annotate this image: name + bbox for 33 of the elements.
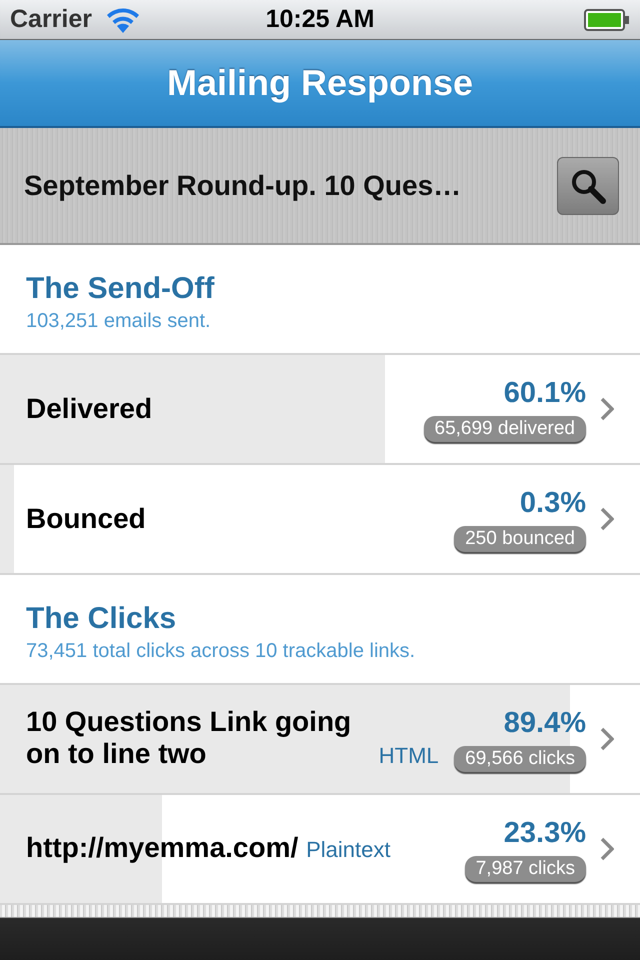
section-title: The Clicks <box>26 602 178 636</box>
row-label: http://myemma.com/ <box>26 832 298 864</box>
section-summary: 103,251 emails sent. <box>26 310 212 333</box>
row-label: 10 Questions Link going on to line two <box>26 706 352 770</box>
stat-row[interactable]: http://myemma.com/ Plaintext 23.3% 7,987 clicks <box>0 795 640 905</box>
percent-value: 23.3% <box>504 816 586 850</box>
count-badge: 69,566 clicks <box>454 746 586 772</box>
clock-time: 10:25 AM <box>266 5 374 34</box>
search-button[interactable] <box>557 156 619 214</box>
row-label: Bounced <box>26 503 146 535</box>
count-badge: 7,987 clicks <box>464 856 586 882</box>
format-label: HTML <box>378 743 439 768</box>
battery-icon <box>584 8 630 30</box>
percent-value: 60.1% <box>504 376 586 410</box>
percent-value: 89.4% <box>504 706 586 740</box>
carrier-label: Carrier <box>10 5 92 34</box>
chevron-icon <box>600 507 614 531</box>
format-label: Plaintext <box>306 837 390 862</box>
screen-title: Mailing Response <box>166 62 474 104</box>
wifi-icon <box>106 6 140 32</box>
chevron-icon <box>600 837 614 861</box>
count-badge: 65,699 delivered <box>424 416 586 442</box>
mailing-subject: September Round-up. 10 Ques… <box>24 170 462 202</box>
stat-row[interactable]: Delivered 60.1% 65,699 delivered <box>0 355 640 465</box>
count-badge: 250 bounced <box>454 526 586 552</box>
chevron-icon <box>600 727 614 751</box>
search-icon <box>570 168 606 204</box>
section-title: The Send-Off <box>26 272 216 306</box>
chevron-icon <box>600 397 614 421</box>
stat-row[interactable]: 10 Questions Link going on to line two HTML 89.4% 69,566 clicks <box>0 685 640 795</box>
section-summary: 73,451 total clicks across 10 trackable links. <box>26 640 416 663</box>
percent-value: 0.3% <box>520 486 586 520</box>
row-label: Delivered <box>26 393 152 425</box>
